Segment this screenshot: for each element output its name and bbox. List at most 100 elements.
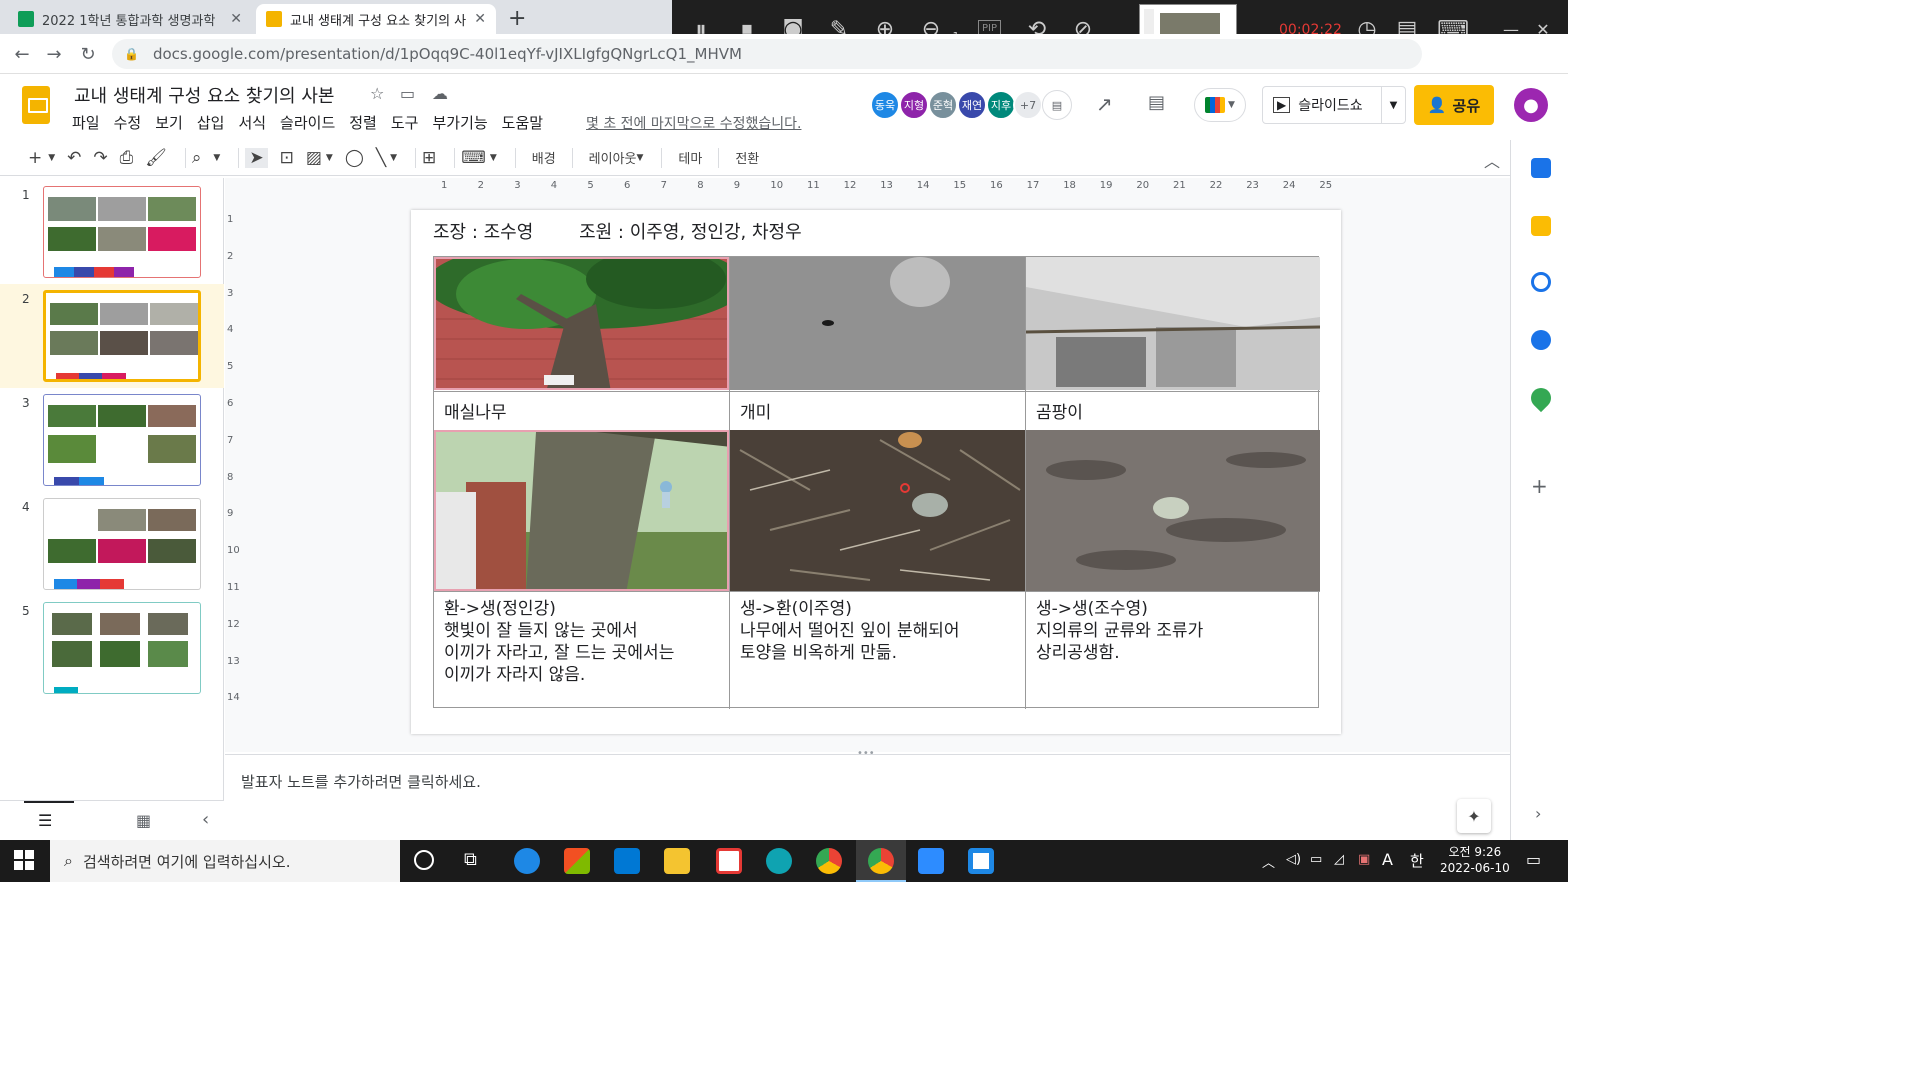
back-icon[interactable]: ← bbox=[10, 42, 34, 66]
slideshow-button[interactable]: ▶ 슬라이드쇼 ▼ bbox=[1262, 86, 1406, 124]
lichen-photo[interactable] bbox=[1026, 430, 1320, 591]
slide-thumbnail[interactable] bbox=[43, 186, 201, 278]
notification-icon[interactable]: ▭ bbox=[1526, 850, 1541, 869]
tasks-icon[interactable] bbox=[1531, 272, 1551, 292]
chrome-icon[interactable] bbox=[816, 848, 842, 874]
meet-button[interactable]: ▼ bbox=[1194, 88, 1246, 122]
more-collaborators-badge[interactable]: +7 bbox=[1013, 90, 1043, 120]
network-icon[interactable]: ◿ bbox=[1334, 852, 1344, 867]
chat-icon[interactable]: ▤ bbox=[1042, 90, 1072, 120]
mold-photo[interactable] bbox=[1026, 257, 1320, 390]
menu-slide[interactable]: 슬라이드 bbox=[280, 112, 335, 133]
new-slide-dropdown-icon[interactable]: ▼ bbox=[48, 153, 55, 163]
zoom-icon[interactable] bbox=[918, 848, 944, 874]
keep-icon[interactable] bbox=[1531, 216, 1551, 236]
transition-button[interactable]: 전환 bbox=[735, 148, 759, 167]
collaborator-avatar[interactable]: 재연 bbox=[957, 90, 987, 120]
ant-photo[interactable] bbox=[730, 257, 1025, 390]
cortana-icon[interactable] bbox=[414, 850, 434, 870]
team-members-text[interactable]: 조장 : 조수영 조원 : 이주영, 정인강, 차정우 bbox=[433, 218, 802, 244]
menu-view[interactable]: 보기 bbox=[155, 112, 183, 133]
organism-label[interactable]: 개미 bbox=[730, 391, 1025, 430]
edge-icon[interactable] bbox=[766, 848, 792, 874]
recorder-app-icon[interactable] bbox=[968, 848, 994, 874]
activity-trend-icon[interactable]: ↗ bbox=[1096, 92, 1113, 116]
internet-explorer-icon[interactable] bbox=[514, 848, 540, 874]
speaker-notes-placeholder[interactable]: 발표자 노트를 추가하려면 클릭하세요. bbox=[241, 771, 481, 792]
maps-icon[interactable] bbox=[1526, 383, 1556, 413]
store-icon[interactable] bbox=[564, 848, 590, 874]
zoom-dropdown-icon[interactable]: ▼ bbox=[213, 153, 220, 163]
zoom-icon[interactable]: ⌕ bbox=[192, 148, 202, 168]
move-folder-icon[interactable]: ▭ bbox=[400, 84, 415, 103]
menu-insert[interactable]: 삽입 bbox=[197, 112, 225, 133]
slide-thumbnail-row[interactable]: 2 bbox=[0, 284, 224, 388]
windows-start-icon[interactable] bbox=[14, 850, 34, 870]
collaborator-avatar[interactable]: 지형 bbox=[899, 90, 929, 120]
collapse-filmstrip-icon[interactable]: ‹ bbox=[202, 809, 209, 830]
moss-tree-photo[interactable] bbox=[434, 430, 729, 591]
slide-thumbnail[interactable] bbox=[43, 394, 201, 486]
collaborator-avatar[interactable]: 준혁 bbox=[928, 90, 958, 120]
print-icon[interactable]: ⎙ bbox=[120, 148, 134, 168]
mail-icon[interactable] bbox=[614, 848, 640, 874]
menu-help[interactable]: 도움말 bbox=[502, 112, 543, 133]
paint-format-icon[interactable]: 🖌 bbox=[145, 148, 167, 168]
undo-icon[interactable]: ↶ bbox=[67, 148, 81, 168]
close-tab-icon[interactable]: ✕ bbox=[474, 11, 486, 27]
collaborator-avatar[interactable]: 동욱 bbox=[870, 90, 900, 120]
slide-thumbnail-row[interactable]: 5 bbox=[0, 596, 224, 700]
slide-thumbnail-row[interactable]: 4 bbox=[0, 492, 224, 596]
collaborator-avatar[interactable]: 지후 bbox=[986, 90, 1016, 120]
select-cursor-icon[interactable]: ➤ bbox=[245, 147, 268, 168]
text-box-icon[interactable]: ⊡ bbox=[280, 148, 294, 168]
apricot-tree-photo[interactable] bbox=[434, 257, 729, 390]
share-button[interactable]: 👤 공유 bbox=[1414, 85, 1494, 125]
organism-label[interactable]: 곰팡이 bbox=[1026, 391, 1320, 430]
contacts-icon[interactable] bbox=[1531, 330, 1551, 350]
security-icon[interactable]: ▣ bbox=[1358, 852, 1370, 867]
menu-edit[interactable]: 수정 bbox=[114, 112, 142, 133]
url-input[interactable]: 🔒 docs.google.com/presentation/d/1pOqq9C… bbox=[112, 39, 1422, 69]
account-avatar[interactable]: ● bbox=[1514, 88, 1548, 122]
comment-add-icon[interactable]: ⊞ bbox=[422, 148, 436, 168]
add-addon-icon[interactable]: + bbox=[1531, 474, 1548, 498]
grid-view-icon[interactable]: ▦ bbox=[136, 811, 151, 830]
chevron-up-icon[interactable]: ︿ bbox=[1262, 852, 1275, 871]
input-tools-dropdown-icon[interactable]: ▼ bbox=[490, 153, 497, 163]
shape-icon[interactable]: ◯ bbox=[345, 148, 364, 168]
menu-arrange[interactable]: 정렬 bbox=[349, 112, 377, 133]
slides-logo-icon[interactable] bbox=[22, 86, 50, 124]
comments-icon[interactable]: ▤ bbox=[1148, 92, 1165, 113]
close-tab-icon[interactable]: ✕ bbox=[230, 11, 242, 27]
cloud-status-icon[interactable]: ☁ bbox=[432, 84, 448, 103]
speaker-notes[interactable]: 발표자 노트를 추가하려면 클릭하세요. ✦ bbox=[225, 754, 1510, 840]
line-dropdown-icon[interactable]: ▼ bbox=[390, 153, 397, 163]
new-tab-button[interactable]: + bbox=[508, 6, 526, 31]
input-tools-icon[interactable]: ⌨ bbox=[461, 148, 486, 168]
menu-tools[interactable]: 도구 bbox=[391, 112, 419, 133]
slide-thumbnail-row[interactable]: 1 bbox=[0, 180, 224, 284]
task-view-icon[interactable]: ⧉ bbox=[464, 849, 477, 870]
browser-tab-1[interactable]: 2022 1학년 통합과학 생명과학 ✕ bbox=[8, 4, 252, 34]
line-icon[interactable]: ╲ bbox=[376, 148, 386, 168]
chevron-right-icon[interactable]: › bbox=[1535, 804, 1541, 823]
list-view-icon[interactable]: ☰ bbox=[38, 811, 52, 830]
slide-thumbnail[interactable] bbox=[43, 602, 201, 694]
slideshow-dropdown-icon[interactable]: ▼ bbox=[1381, 87, 1405, 123]
forward-icon[interactable]: → bbox=[42, 42, 66, 66]
star-icon[interactable]: ☆ bbox=[370, 84, 384, 103]
ime-language[interactable]: 한 bbox=[1410, 850, 1424, 871]
redo-icon[interactable]: ↷ bbox=[93, 148, 107, 168]
interaction-description[interactable]: 환->생(정인강) 햇빛이 잘 들지 않는 곳에서 이끼가 자라고, 잘 드는 … bbox=[434, 591, 729, 709]
slide-thumbnail-row[interactable]: 3 bbox=[0, 388, 224, 492]
active-app-slot[interactable] bbox=[856, 840, 906, 882]
volume-icon[interactable]: ◁) bbox=[1286, 852, 1301, 867]
browser-tab-2[interactable]: 교내 생태계 구성 요소 찾기의 사 ✕ bbox=[256, 4, 496, 34]
explore-button[interactable]: ✦ bbox=[1457, 799, 1491, 833]
slide-thumbnail[interactable] bbox=[43, 290, 201, 382]
sync-app-icon[interactable] bbox=[716, 848, 742, 874]
organism-label[interactable]: 매실나무 bbox=[434, 391, 729, 430]
image-dropdown-icon[interactable]: ▼ bbox=[326, 153, 333, 163]
battery-icon[interactable]: ▭ bbox=[1310, 852, 1322, 867]
